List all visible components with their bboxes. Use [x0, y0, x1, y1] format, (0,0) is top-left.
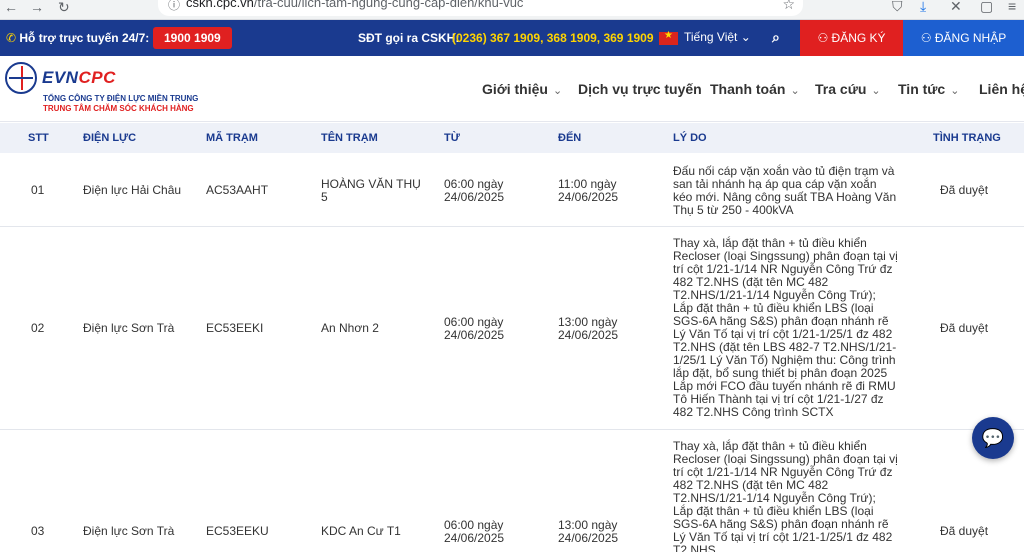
col-status: TÌNH TRẠNG: [933, 132, 1001, 144]
login-button[interactable]: ⚇ ĐĂNG NHẬP: [903, 20, 1024, 56]
col-reason: LÝ DO: [673, 132, 707, 144]
shield-icon[interactable]: ⛉: [892, 0, 903, 15]
cell-status: Đã duyệt: [940, 524, 989, 538]
menu-item-tra-cuu[interactable]: Tra cứu ⌄: [815, 81, 881, 97]
cell-to: 11:00 ngày 24/06/2025: [558, 177, 619, 204]
register-button[interactable]: ⚇ ĐĂNG KÝ: [800, 20, 903, 56]
top-info-bar: ✆ Hỗ trợ trực tuyến 24/7: 1900 1909 SĐT …: [0, 20, 1024, 56]
cell-status: Đã duyệt: [940, 183, 989, 197]
table-row: 02 Điện lực Sơn Trà EC53EEKI An Nhơn 2 0…: [0, 227, 1024, 430]
hotline-number-button[interactable]: 1900 1909: [153, 27, 232, 49]
cell-from: 06:00 ngày 24/06/2025: [444, 315, 505, 342]
cskh-numbers: (0236) 367 1909, 368 1909, 369 1909: [452, 31, 654, 45]
cell-stt: 01: [31, 183, 45, 197]
menu-item-lien-he[interactable]: Liên hệ: [979, 81, 1024, 97]
menu-item-thanh-toan[interactable]: Thanh toán ⌄: [710, 81, 800, 97]
table-header: STT ĐIỆN LỰC MÃ TRẠM TÊN TRẠM TỪ ĐẾN LÝ …: [0, 123, 1024, 153]
back-arrow-icon[interactable]: ←: [4, 0, 18, 14]
menu-item-tin-tuc[interactable]: Tin tức ⌄: [898, 81, 959, 97]
search-icon[interactable]: ⌕: [772, 29, 780, 46]
logo-subtitle-2: TRUNG TÂM CHĂM SÓC KHÁCH HÀNG: [43, 104, 194, 113]
cell-station-name: An Nhơn 2: [321, 321, 379, 335]
puzzle-icon[interactable]: ▢: [980, 0, 993, 15]
menu-item-dich-vu[interactable]: Dịch vụ trực tuyến: [578, 81, 702, 97]
browser-toolbar: ← → ↻ ⓘ cskh.cpc.vn/tra-cuu/lich-tam-ngu…: [0, 0, 1024, 20]
table-row: 01 Điện lực Hải Châu AC53AAHT HOÀNG VĂN …: [0, 153, 1024, 227]
logo-wordmark: EVNCPC: [42, 68, 116, 87]
cell-stt: 02: [31, 321, 45, 335]
cskh-label: SĐT gọi ra CSKH:: [358, 31, 460, 45]
cell-to: 13:00 ngày 24/06/2025: [558, 315, 619, 342]
chevron-down-icon: ⌄: [552, 85, 563, 97]
address-bar[interactable]: ⓘ cskh.cpc.vn/tra-cuu/lich-tam-ngung-cun…: [158, 0, 803, 16]
vietnam-flag-icon: ★: [659, 30, 678, 45]
site-info-icon[interactable]: ⓘ: [168, 0, 180, 14]
col-station-code: MÃ TRẠM: [206, 132, 258, 144]
table-row: 03 Điện lực Sơn Trà EC53EEKU KDC An Cư T…: [0, 430, 1024, 552]
cell-from: 06:00 ngày 24/06/2025: [444, 518, 505, 545]
cell-reason: Đấu nối cáp vặn xoắn vào tủ điện trạm và…: [673, 164, 897, 217]
cell-station-code: AC53AAHT: [206, 183, 269, 197]
chat-support-button[interactable]: 💬: [972, 417, 1014, 459]
user-icon: ⚇: [920, 31, 935, 45]
bookmark-star-icon[interactable]: ☆: [782, 0, 795, 13]
col-station-name: TÊN TRẠM: [321, 132, 378, 144]
cell-unit: Điện lực Sơn Trà: [83, 524, 175, 538]
user-icon: ⚇: [817, 31, 832, 45]
cell-reason: Thay xà, lắp đặt thân + tủ điều khiển Re…: [673, 236, 898, 419]
chat-icon: 💬: [981, 428, 1005, 448]
cell-station-name: KDC An Cư T1: [321, 524, 401, 538]
cell-unit: Điện lực Sơn Trà: [83, 321, 175, 335]
chevron-down-icon: ⌄: [871, 85, 881, 97]
col-from: TỪ: [444, 132, 460, 144]
cell-to: 13:00 ngày 24/06/2025: [558, 518, 619, 545]
cell-station-code: EC53EEKU: [206, 524, 269, 538]
chevron-down-icon: ⌄: [950, 85, 960, 97]
cell-station-name: HOÀNG VĂN THỤ 5: [321, 177, 421, 204]
language-selector[interactable]: Tiếng Việt ⌄: [684, 30, 751, 44]
cell-from: 06:00 ngày 24/06/2025: [444, 177, 505, 204]
cell-station-code: EC53EEKI: [206, 321, 264, 335]
site-header: EVNCPC TỔNG CÔNG TY ĐIỆN LỰC MIỀN TRUNG …: [0, 56, 1024, 122]
cell-stt: 03: [31, 524, 45, 538]
phone-icon: ✆: [6, 31, 20, 45]
chevron-down-icon: ⌄: [790, 85, 800, 97]
cell-reason: Thay xà, lắp đặt thân + tủ điều khiển Re…: [673, 439, 898, 552]
hotline-label: ✆ Hỗ trợ trực tuyến 24/7:: [6, 31, 150, 45]
menu-item-gioi-thieu[interactable]: Giới thiệu ⌄: [482, 81, 562, 97]
menu-icon[interactable]: ≡: [1008, 0, 1016, 14]
col-stt: STT: [28, 132, 49, 144]
col-unit: ĐIỆN LỰC: [83, 132, 137, 144]
reload-icon[interactable]: ↻: [58, 0, 70, 14]
download-icon[interactable]: ⤓: [920, 0, 926, 15]
url-host: cskh.cpc.vn: [186, 0, 254, 10]
cell-status: Đã duyệt: [940, 321, 989, 335]
url-path: /tra-cuu/lich-tam-ngung-cung-cap-dien/kh…: [253, 0, 524, 10]
logo-subtitle-1: TỔNG CÔNG TY ĐIỆN LỰC MIỀN TRUNG: [43, 94, 199, 103]
col-to: ĐẾN: [558, 132, 582, 144]
extension-close-icon[interactable]: ✕: [950, 0, 962, 15]
evn-logo-icon: [5, 62, 37, 94]
cell-unit: Điện lực Hải Châu: [83, 183, 182, 197]
forward-arrow-icon[interactable]: →: [30, 0, 44, 14]
